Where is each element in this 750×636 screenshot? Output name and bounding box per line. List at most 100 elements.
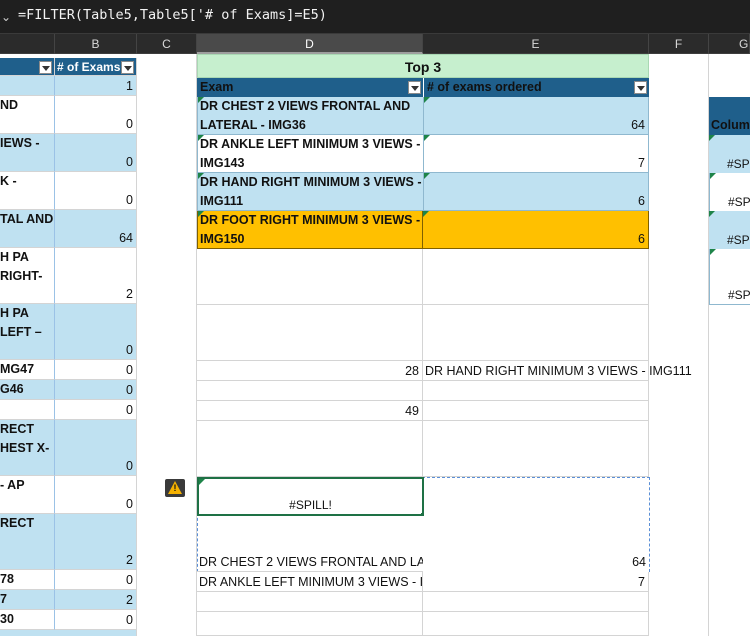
table5-cell-a[interactable]: 30 bbox=[0, 610, 55, 630]
formula-bar[interactable]: ⌄ =FILTER(Table5,Table5['# of Exams]=E5) bbox=[0, 0, 750, 34]
top3-title[interactable]: Top 3 bbox=[197, 54, 649, 78]
cell-e[interactable] bbox=[423, 592, 649, 612]
cell-d[interactable] bbox=[197, 305, 423, 361]
column-header-a[interactable] bbox=[0, 34, 55, 54]
column-f-area[interactable] bbox=[649, 54, 709, 636]
error-indicator-icon bbox=[198, 173, 204, 179]
spill-cell-count[interactable]: 7 bbox=[423, 572, 649, 592]
table5-cell-a[interactable]: H PA RIGHT- bbox=[0, 248, 55, 304]
column-g-cell[interactable]: #SPI bbox=[709, 211, 750, 249]
table5-cell-a[interactable]: RECT bbox=[0, 514, 55, 570]
cell-e[interactable] bbox=[423, 381, 649, 401]
table5-cell-b[interactable]: 2 bbox=[55, 590, 137, 610]
filter-dropdown-icon[interactable] bbox=[634, 81, 647, 94]
table5-cell-b[interactable]: 2 bbox=[55, 514, 137, 570]
column-g-cell[interactable]: #SPI bbox=[709, 135, 750, 173]
table5-cell-b[interactable]: 0 bbox=[55, 96, 137, 134]
filter-dropdown-icon[interactable] bbox=[121, 61, 134, 74]
chevron-down-icon[interactable]: ⌄ bbox=[0, 6, 12, 28]
table5-cell-b[interactable]: 0 bbox=[55, 304, 137, 360]
table5-cell-a[interactable]: RECT HEST X- bbox=[0, 420, 55, 476]
exam-name: DR CHEST 2 VIEWS FRONTAL AND LATERAL - I… bbox=[200, 99, 411, 132]
top3-row-exam[interactable]: DR CHEST 2 VIEWS FRONTAL AND LATERAL - I… bbox=[197, 97, 423, 135]
table5-header-b[interactable]: # of Exams bbox=[55, 58, 137, 76]
column-g-header[interactable]: Colum bbox=[709, 97, 750, 135]
cell-e-text[interactable]: DR HAND RIGHT MINIMUM 3 VIEWS - IMG111 bbox=[423, 361, 692, 381]
spill-value: #SPI bbox=[727, 233, 750, 247]
table5-cell-b[interactable]: 0 bbox=[55, 134, 137, 172]
cell-e[interactable] bbox=[423, 421, 649, 477]
column-header-f[interactable]: F bbox=[649, 34, 709, 54]
spill-cell-count[interactable]: 64 bbox=[423, 516, 649, 572]
cell-d[interactable] bbox=[197, 612, 423, 636]
table5-cell-b[interactable]: 64 bbox=[55, 210, 137, 248]
formula-text[interactable]: =FILTER(Table5,Table5['# of Exams]=E5) bbox=[18, 7, 327, 23]
table5-cell-a[interactable]: - AP bbox=[0, 476, 55, 514]
table5-cell-b[interactable]: 0 bbox=[55, 570, 137, 590]
table5-cell-a[interactable]: K - bbox=[0, 172, 55, 210]
column-g-cell[interactable]: #SPI bbox=[709, 249, 750, 305]
top3-row-count[interactable]: 64 bbox=[423, 97, 649, 135]
top3-header-exam[interactable]: Exam bbox=[197, 78, 423, 97]
count-value: 6 bbox=[638, 194, 645, 208]
count-value: 64 bbox=[631, 118, 645, 132]
table5-cell-b[interactable]: 0 bbox=[55, 360, 137, 380]
table5-cell-b[interactable]: 0 bbox=[55, 400, 137, 420]
top3-row-count-highlighted[interactable]: 6 bbox=[423, 211, 649, 249]
table5-cell-a[interactable]: MG47 bbox=[0, 360, 55, 380]
table5-cell-a[interactable] bbox=[0, 76, 55, 96]
cell-d[interactable] bbox=[197, 421, 423, 477]
table5-cell-a[interactable]: 7 bbox=[0, 590, 55, 610]
top3-row-count[interactable]: 6 bbox=[423, 173, 649, 211]
table5-header-a[interactable] bbox=[0, 58, 55, 76]
active-cell-spill[interactable]: #SPILL! bbox=[197, 477, 424, 516]
cell-d-value[interactable]: 49 bbox=[197, 401, 423, 421]
table5-cell-a[interactable]: H PA LEFT – bbox=[0, 304, 55, 360]
cell-e[interactable] bbox=[423, 401, 649, 421]
filter-dropdown-icon[interactable] bbox=[39, 61, 52, 74]
top3-row-count[interactable]: 7 bbox=[423, 135, 649, 173]
column-g-cell[interactable]: #SPI bbox=[709, 173, 750, 211]
table5-cell-b[interactable]: 0 bbox=[55, 380, 137, 400]
spill-cell-exam[interactable]: DR ANKLE LEFT MINIMUM 3 VIEWS - IMG143 bbox=[197, 572, 423, 592]
top3-row-exam-highlighted[interactable]: DR FOOT RIGHT MINIMUM 3 VIEWS - IMG150 bbox=[197, 211, 423, 249]
cell-d[interactable] bbox=[197, 249, 423, 305]
table5-cell-a[interactable]: 78 bbox=[0, 570, 55, 590]
column-header-d[interactable]: D bbox=[197, 34, 423, 54]
table5-cell-a[interactable]: IEWS - bbox=[0, 134, 55, 172]
column-header-e[interactable]: E bbox=[423, 34, 649, 54]
table5-cell-b[interactable]: 0 bbox=[55, 420, 137, 476]
spill-warning-icon[interactable]: ! bbox=[165, 479, 185, 497]
cell-d[interactable] bbox=[197, 381, 423, 401]
column-header-b[interactable]: B bbox=[55, 34, 137, 54]
table5-cell-a[interactable]: TAL AND bbox=[0, 210, 55, 248]
table5-cell-a[interactable] bbox=[0, 400, 55, 420]
top3-row-exam[interactable]: DR ANKLE LEFT MINIMUM 3 VIEWS - IMG143 bbox=[197, 135, 423, 173]
cell-d-value[interactable]: 28 bbox=[197, 361, 423, 381]
column-c-area[interactable] bbox=[137, 54, 197, 636]
spill-value: #SPI bbox=[728, 288, 750, 302]
error-indicator-icon bbox=[710, 173, 716, 179]
header-label: # of Exams bbox=[57, 60, 121, 74]
table5-cell-b[interactable]: 0 bbox=[55, 476, 137, 514]
table5-cell-a[interactable]: G46 bbox=[0, 380, 55, 400]
filter-dropdown-icon[interactable] bbox=[408, 81, 421, 94]
spill-cell-exam[interactable]: DR CHEST 2 VIEWS FRONTAL AND LATERAL - I… bbox=[197, 516, 423, 572]
error-indicator-icon bbox=[198, 211, 204, 217]
cell-d[interactable] bbox=[197, 592, 423, 612]
table5-cell-b[interactable]: 0 bbox=[55, 172, 137, 210]
table5-cell-a[interactable]: ND bbox=[0, 96, 55, 134]
table5-cell-b[interactable]: 1 bbox=[55, 76, 137, 96]
column-header-c[interactable]: C bbox=[137, 34, 197, 54]
error-indicator-icon bbox=[424, 135, 430, 141]
cell-e[interactable] bbox=[423, 305, 649, 361]
cell-e[interactable] bbox=[423, 249, 649, 305]
table5-cell-b[interactable]: 2 bbox=[55, 248, 137, 304]
top3-row-exam[interactable]: DR HAND RIGHT MINIMUM 3 VIEWS - IMG111 bbox=[197, 173, 423, 211]
table5-cell-b[interactable]: 0 bbox=[55, 610, 137, 630]
column-header-g[interactable]: G bbox=[709, 34, 750, 54]
exam-name: DR FOOT RIGHT MINIMUM 3 VIEWS - IMG150 bbox=[200, 213, 421, 246]
top3-header-count[interactable]: # of exams ordered bbox=[423, 78, 649, 97]
worksheet-grid[interactable]: # of Exams 1 ND 0 IEWS - 0 K - 0 TAL AND… bbox=[0, 54, 750, 636]
cell-e[interactable] bbox=[423, 612, 649, 636]
